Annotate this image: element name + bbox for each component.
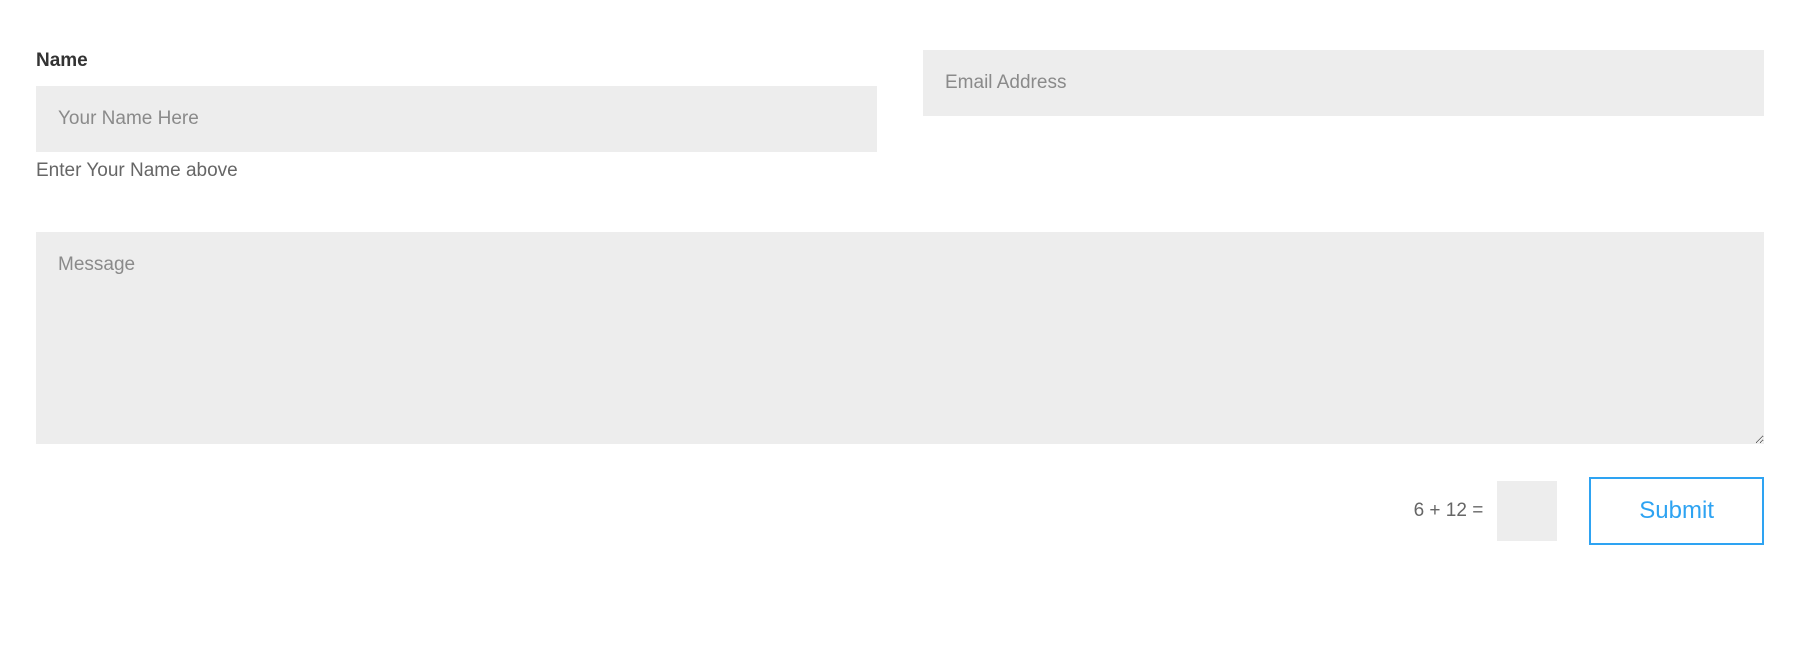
submit-button[interactable]: Submit	[1589, 477, 1764, 545]
email-field-group	[923, 50, 1764, 116]
form-top-row: Name Enter Your Name above	[36, 50, 1764, 182]
name-input[interactable]	[36, 86, 877, 152]
message-field-group	[36, 232, 1764, 449]
name-field-group: Name Enter Your Name above	[36, 50, 877, 182]
captcha-input[interactable]	[1497, 481, 1557, 541]
name-label: Name	[36, 50, 877, 72]
message-input[interactable]	[36, 232, 1764, 444]
captcha-question: 6 + 12 =	[1414, 500, 1484, 522]
form-bottom-row: 6 + 12 = Submit	[36, 477, 1764, 545]
name-help-text: Enter Your Name above	[36, 160, 877, 182]
email-input[interactable]	[923, 50, 1764, 116]
